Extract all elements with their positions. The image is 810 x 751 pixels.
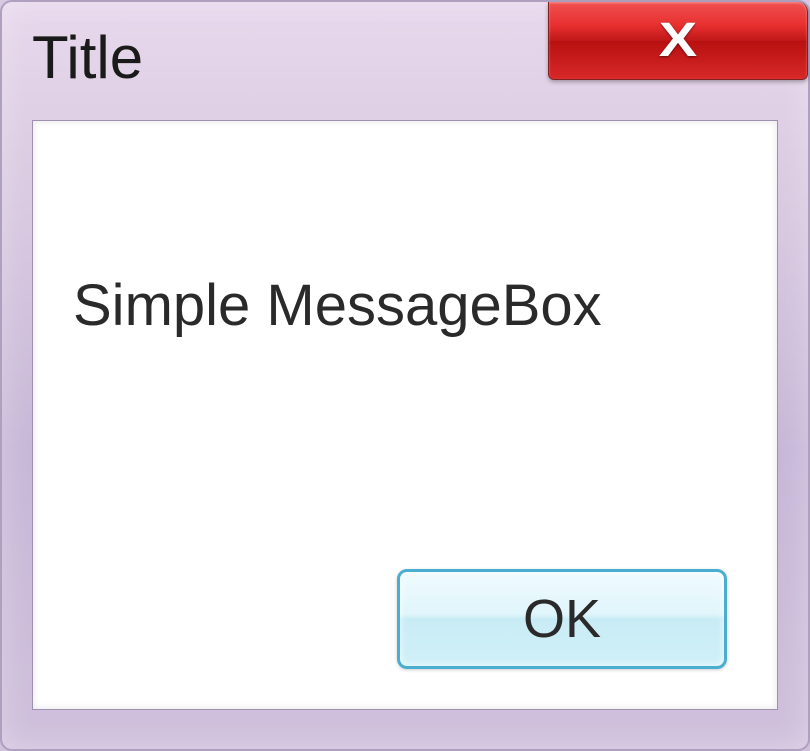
messagebox-window: Title X Simple MessageBox OK [0, 0, 810, 751]
close-button[interactable]: X [548, 2, 808, 80]
message-text: Simple MessageBox [73, 272, 602, 339]
title-bar: Title X [2, 2, 808, 112]
window-title: Title [32, 23, 143, 92]
close-icon: X [659, 13, 697, 68]
ok-button[interactable]: OK [397, 569, 727, 669]
button-row: OK [33, 549, 777, 709]
content-area: Simple MessageBox OK [32, 120, 778, 710]
message-body: Simple MessageBox [33, 121, 777, 549]
